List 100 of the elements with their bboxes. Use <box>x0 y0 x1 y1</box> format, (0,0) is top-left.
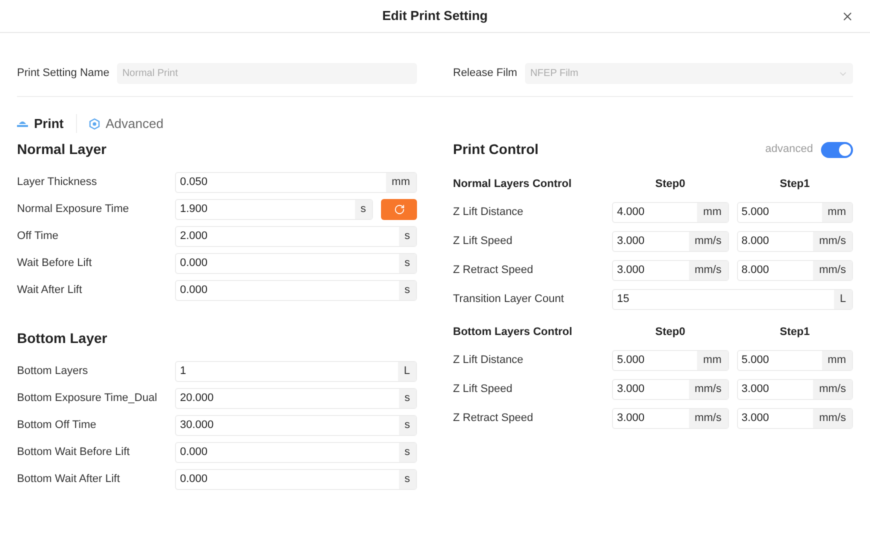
unit-label: mm <box>822 203 852 222</box>
field-value: 0.000 <box>179 445 209 460</box>
field-value: 1 <box>179 364 188 379</box>
group-heading: Bottom Layers Control <box>453 324 574 340</box>
field-label: Normal Exposure Time <box>17 202 130 218</box>
field-value: 3.000 <box>616 411 646 426</box>
field-value: 20.000 <box>179 391 215 406</box>
unit-label: mm <box>697 351 728 370</box>
field-label: Print Setting Name <box>17 66 110 82</box>
reset-button[interactable] <box>381 199 417 220</box>
field-label: Wait Before Lift <box>17 256 93 272</box>
input-field[interactable]: 0.000 s <box>175 253 417 274</box>
section-title: Normal Layer <box>17 140 108 159</box>
unit-label: s <box>398 389 416 408</box>
input-field[interactable]: 8.000 mm/s <box>736 260 853 281</box>
unit-label: s <box>354 200 372 219</box>
tab[interactable]: Print <box>17 114 64 134</box>
field-label: Z Retract Speed <box>453 263 534 278</box>
unit-label: mm/s <box>813 261 852 280</box>
input-field[interactable]: 3.000 mm/s <box>736 408 853 429</box>
field-value: 3.000 <box>616 263 646 278</box>
column-heading: Step0 <box>654 324 686 340</box>
field-value: 4.000 <box>616 205 646 220</box>
unit-label: mm/s <box>688 232 728 251</box>
input-field[interactable]: 1 L <box>175 361 417 382</box>
unit-label: s <box>398 281 416 300</box>
input-field[interactable]: 3.000 mm/s <box>612 260 728 281</box>
field-value: 2.000 <box>179 229 209 244</box>
field-value: 1.900 <box>179 202 209 217</box>
unit-label: mm/s <box>813 380 852 399</box>
field-label: Bottom Layers <box>17 364 89 380</box>
field-value: 3.000 <box>740 411 770 426</box>
section-title: Bottom Layer <box>17 329 108 348</box>
unit-label: L <box>834 290 852 309</box>
field-label: Bottom Exposure Time_Dual <box>17 391 158 406</box>
unit-label: mm/s <box>688 261 728 280</box>
unit-label: L <box>398 362 416 381</box>
tab[interactable]: Advanced <box>76 114 164 134</box>
field-value: 15 <box>616 292 630 307</box>
field-value: 5.000 <box>616 353 646 368</box>
input-field[interactable]: 3.000 mm/s <box>612 379 728 400</box>
input-field[interactable]: 0.000 s <box>175 469 417 490</box>
field-value: 3.000 <box>616 234 646 249</box>
field-value: 0.000 <box>179 283 209 298</box>
column-heading: Step1 <box>778 176 811 192</box>
unit-label: mm/s <box>688 380 728 399</box>
input-field[interactable]: 20.000 s <box>175 388 417 409</box>
field-label: Transition Layer Count <box>453 292 565 308</box>
field-label: Z Lift Distance <box>453 353 524 368</box>
unit-label: mm <box>697 203 728 222</box>
input-field[interactable]: 3.000 mm/s <box>612 408 728 429</box>
field-label: Off Time <box>17 229 60 244</box>
group-heading: Normal Layers Control <box>453 176 573 192</box>
field-value: 5.000 <box>740 205 770 220</box>
field-value: 30.000 <box>179 418 215 433</box>
input-field[interactable]: 3.000 mm/s <box>612 231 728 252</box>
input-field[interactable]: 5.000 mm <box>612 350 728 371</box>
field-value: 0.000 <box>179 472 209 487</box>
input-field[interactable]: 0.000 s <box>175 280 417 301</box>
close-icon[interactable] <box>841 10 854 23</box>
field-label: Z Lift Speed <box>453 234 514 250</box>
hexagon-icon <box>88 118 100 130</box>
input-field[interactable]: 2.000 s <box>175 226 417 247</box>
unit-label: s <box>398 470 416 489</box>
field-value: 3.000 <box>740 382 770 397</box>
field-label: Bottom Off Time <box>17 418 98 434</box>
unit-label: s <box>398 254 416 273</box>
input-field[interactable]: 0.000 s <box>175 442 417 463</box>
field-label: Bottom Wait After Lift <box>17 472 121 488</box>
unit-label: mm/s <box>813 232 852 251</box>
select-placeholder: NFEP Film <box>530 66 838 81</box>
unit-label: s <box>398 443 416 462</box>
input-field[interactable]: 3.000 mm/s <box>736 379 853 400</box>
field-label: Release Film <box>453 66 518 82</box>
field-label: Z Lift Speed <box>453 382 514 398</box>
unit-label: mm/s <box>688 409 728 428</box>
input-field[interactable]: 5.000 mm <box>736 202 853 223</box>
input-field[interactable]: 0.050 mm <box>175 172 417 193</box>
field-label: Layer Thickness <box>17 175 98 190</box>
field-label: Z Lift Distance <box>453 205 524 220</box>
tray-icon <box>17 120 28 127</box>
toggle-switch[interactable] <box>821 142 853 158</box>
input-field[interactable]: 15 L <box>612 289 853 310</box>
column-heading: Step0 <box>654 176 686 192</box>
input-field[interactable]: 4.000 mm <box>612 202 728 223</box>
window-title: Edit Print Setting <box>382 7 488 26</box>
unit-label: mm <box>822 351 852 370</box>
section-title: Print Control <box>453 140 539 159</box>
reset-icon <box>394 204 404 215</box>
field-value: 5.000 <box>740 353 770 368</box>
field-value: 8.000 <box>740 263 770 278</box>
input-field[interactable]: 30.000 s <box>175 415 417 436</box>
input-field[interactable]: 1.900 s <box>175 199 373 220</box>
field-label: Bottom Wait Before Lift <box>17 445 131 460</box>
unit-label: mm/s <box>813 409 852 428</box>
field-label: Z Retract Speed <box>453 411 534 426</box>
input-field[interactable]: 8.000 mm/s <box>736 231 853 252</box>
column-heading: Step1 <box>778 324 811 340</box>
unit-label: s <box>398 227 416 246</box>
input-field[interactable]: 5.000 mm <box>736 350 853 371</box>
